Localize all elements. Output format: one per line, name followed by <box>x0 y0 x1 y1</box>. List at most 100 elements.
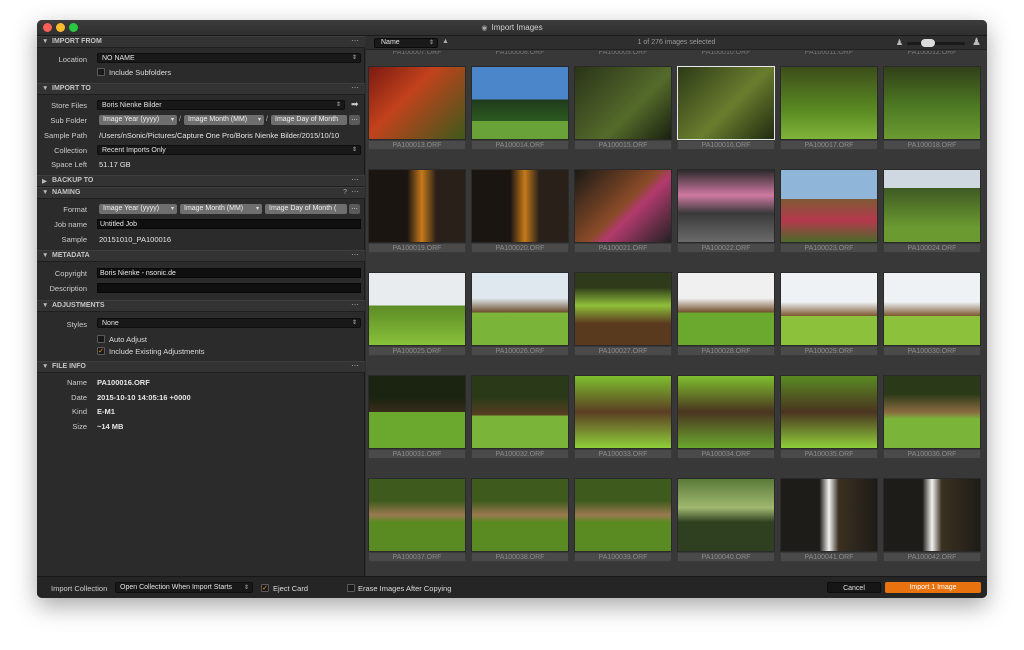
thumbnail-cell[interactable]: PA100025.ORF <box>368 272 466 356</box>
format-token[interactable]: Image Day of Month ( <box>265 204 347 214</box>
help-icon[interactable]: ? <box>343 189 347 196</box>
section-import-from[interactable]: ▼ IMPORT FROM ⋯ <box>37 36 365 48</box>
thumbnail-cell[interactable]: PA100013.ORF <box>368 66 466 150</box>
thumbnail-cell[interactable]: PA100019.ORF <box>368 169 466 253</box>
thumbnail-cell[interactable]: PA100017.ORF <box>780 66 878 150</box>
sub-folder-token[interactable]: Image Year (yyyy) ▾ <box>99 115 177 125</box>
thumbnail-image[interactable] <box>883 169 981 243</box>
section-backup-to[interactable]: ▶ BACKUP TO ⋯ <box>37 175 365 187</box>
person-large-icon[interactable]: ♟ <box>972 37 981 48</box>
thumbnail-size-slider[interactable] <box>907 42 965 45</box>
thumbnail-image[interactable] <box>574 375 672 449</box>
format-token[interactable]: Image Month (MM) ▾ <box>180 204 262 214</box>
thumbnail-cell[interactable]: PA100034.ORF <box>677 375 775 459</box>
thumbnail-size-slider-knob[interactable] <box>921 39 935 47</box>
import-button[interactable]: Import 1 Image <box>885 582 981 593</box>
format-more-button[interactable]: … <box>349 204 360 214</box>
section-import-to[interactable]: ▼ IMPORT TO ⋯ <box>37 83 365 95</box>
thumbnail-cell[interactable]: PA100031.ORF <box>368 375 466 459</box>
thumbnail-cell[interactable]: PA100040.ORF <box>677 478 775 562</box>
more-icon[interactable]: ⋯ <box>351 361 359 370</box>
thumbnail-image[interactable] <box>883 375 981 449</box>
thumbnail-grid[interactable]: PA100007.ORF PA100008.ORF PA100009.ORF PA10… <box>366 51 987 576</box>
cancel-button[interactable]: Cancel <box>827 582 881 593</box>
thumbnail-image[interactable] <box>883 66 981 140</box>
thumbnail-image[interactable] <box>574 169 672 243</box>
erase-images-checkbox[interactable] <box>347 584 355 592</box>
thumbnail-cell[interactable]: PA100038.ORF <box>471 478 569 562</box>
more-icon[interactable]: ⋯ <box>351 250 359 259</box>
thumbnail-cell[interactable]: PA100030.ORF <box>883 272 981 356</box>
section-naming[interactable]: ▼ NAMING ? ⋯ <box>37 187 365 199</box>
thumbnail-cell[interactable]: PA100028.ORF <box>677 272 775 356</box>
thumbnail-image[interactable] <box>780 169 878 243</box>
person-small-icon[interactable]: ♟ <box>896 38 903 47</box>
thumbnail-image[interactable] <box>780 66 878 140</box>
location-select[interactable]: NO NAME ⇕ <box>97 53 361 63</box>
sub-folder-token[interactable]: Image Day of Month <box>271 115 347 125</box>
collection-select[interactable]: Recent Imports Only ⇕ <box>97 145 361 155</box>
include-existing-adjustments-checkbox[interactable]: ✓ <box>97 347 105 355</box>
disclosure-triangle-icon[interactable]: ▼ <box>42 252 48 259</box>
disclosure-triangle-icon[interactable]: ▼ <box>42 189 48 196</box>
thumbnail-cell[interactable]: PA100029.ORF <box>780 272 878 356</box>
thumbnail-image[interactable] <box>677 66 775 140</box>
thumbnail-image[interactable] <box>677 478 775 552</box>
section-metadata[interactable]: ▼ METADATA ⋯ <box>37 250 365 262</box>
thumbnail-image[interactable] <box>677 169 775 243</box>
more-icon[interactable]: ⋯ <box>351 36 359 45</box>
thumbnail-cell[interactable]: PA100033.ORF <box>574 375 672 459</box>
thumbnail-image[interactable] <box>677 375 775 449</box>
thumbnail-cell[interactable]: PA100024.ORF <box>883 169 981 253</box>
thumbnail-image[interactable] <box>471 66 569 140</box>
sub-folder-token[interactable]: Image Month (MM) ▾ <box>184 115 264 125</box>
thumbnail-cell[interactable]: PA100035.ORF <box>780 375 878 459</box>
thumbnail-image[interactable] <box>574 478 672 552</box>
section-adjustments[interactable]: ▼ ADJUSTMENTS ⋯ <box>37 300 365 312</box>
more-icon[interactable]: ⋯ <box>351 175 359 184</box>
thumbnail-cell[interactable]: PA100041.ORF <box>780 478 878 562</box>
thumbnail-image[interactable] <box>883 478 981 552</box>
eject-card-checkbox[interactable]: ✓ <box>261 584 269 592</box>
thumbnail-image[interactable] <box>368 272 466 346</box>
thumbnail-cell[interactable]: PA100027.ORF <box>574 272 672 356</box>
copyright-field[interactable]: Boris Nienke - nsonic.de <box>97 268 361 278</box>
disclosure-triangle-icon[interactable]: ▼ <box>42 85 48 92</box>
more-icon[interactable]: ⋯ <box>351 300 359 309</box>
thumbnail-cell[interactable]: PA100023.ORF <box>780 169 878 253</box>
store-files-select[interactable]: Boris Nienke Bilder ⇕ <box>97 100 345 110</box>
thumbnail-image[interactable] <box>677 272 775 346</box>
disclosure-triangle-icon[interactable]: ▼ <box>42 302 48 309</box>
thumbnail-image[interactable] <box>471 478 569 552</box>
thumbnail-cell[interactable]: PA100036.ORF <box>883 375 981 459</box>
section-file-info[interactable]: ▼ FILE INFO ⋯ <box>37 361 365 373</box>
disclosure-triangle-icon[interactable]: ▼ <box>42 363 48 370</box>
more-icon[interactable]: ⋯ <box>351 83 359 92</box>
thumbnail-cell[interactable]: PA100042.ORF <box>883 478 981 562</box>
thumbnail-image[interactable] <box>780 375 878 449</box>
auto-adjust-checkbox[interactable] <box>97 335 105 343</box>
include-subfolders-checkbox[interactable] <box>97 68 105 76</box>
sub-folder-more-button[interactable]: … <box>349 115 360 125</box>
description-field[interactable] <box>97 283 361 293</box>
thumbnail-image[interactable] <box>574 66 672 140</box>
arrow-right-icon[interactable]: ➡ <box>351 99 359 110</box>
disclosure-triangle-icon[interactable]: ▶ <box>42 177 47 185</box>
thumbnail-cell[interactable]: PA100037.ORF <box>368 478 466 562</box>
disclosure-triangle-icon[interactable]: ▼ <box>42 38 48 45</box>
thumbnail-image[interactable] <box>471 169 569 243</box>
thumbnail-image[interactable] <box>368 375 466 449</box>
thumbnail-image[interactable] <box>574 272 672 346</box>
thumbnail-cell[interactable]: PA100014.ORF <box>471 66 569 150</box>
thumbnail-cell[interactable]: PA100039.ORF <box>574 478 672 562</box>
thumbnail-cell[interactable]: PA100032.ORF <box>471 375 569 459</box>
thumbnail-image[interactable] <box>780 478 878 552</box>
thumbnail-image[interactable] <box>368 66 466 140</box>
thumbnail-cell[interactable]: PA100018.ORF <box>883 66 981 150</box>
thumbnail-cell[interactable]: PA100015.ORF <box>574 66 672 150</box>
thumbnail-cell[interactable]: PA100016.ORF <box>677 66 775 150</box>
thumbnail-image[interactable] <box>368 169 466 243</box>
thumbnail-cell[interactable]: PA100021.ORF <box>574 169 672 253</box>
more-icon[interactable]: ⋯ <box>351 187 359 196</box>
thumbnail-image[interactable] <box>471 272 569 346</box>
